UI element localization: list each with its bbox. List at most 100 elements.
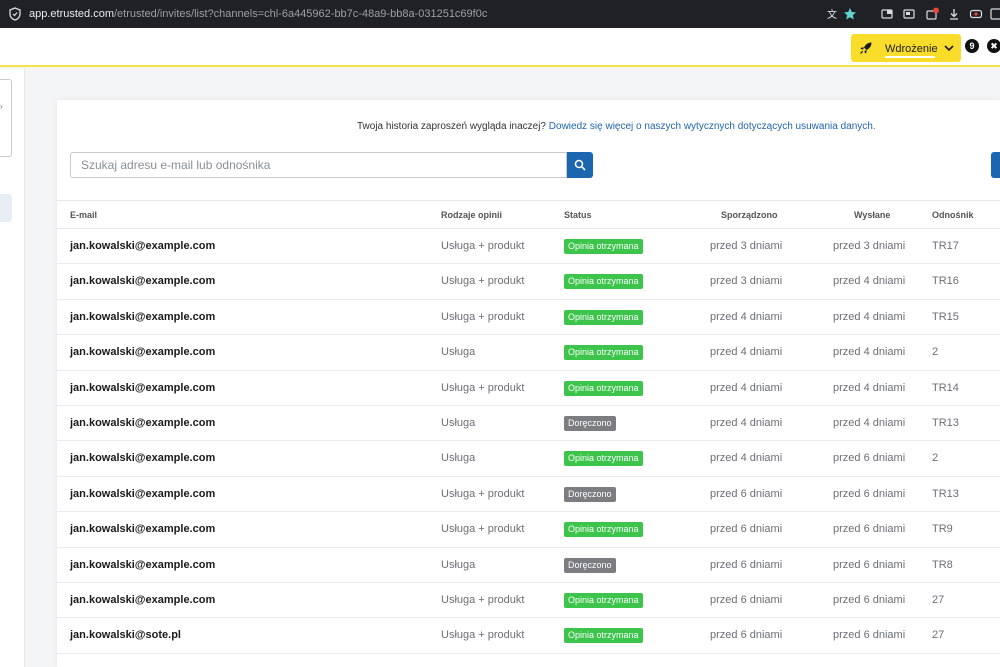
table-row[interactable]: jan.kowalski@example.com Usługa + produkt…	[57, 229, 1000, 265]
translate-icon[interactable]: 文	[826, 7, 840, 21]
deploy-button[interactable]: Wdrożenie	[851, 34, 961, 62]
search-input[interactable]	[70, 152, 567, 178]
row-reference: TR15	[932, 310, 959, 323]
row-review-types: Usługa + produkt	[441, 240, 525, 252]
row-email: jan.kowalski@example.com	[70, 416, 216, 429]
row-review-types: Usługa	[441, 452, 476, 465]
row-review-types: Usługa + produkt	[441, 629, 525, 642]
sidebar-item-active[interactable]	[0, 194, 12, 222]
row-status: Opinia otrzymana	[564, 451, 643, 467]
row-status: Opinia otrzymana	[564, 274, 643, 290]
row-sent: przed 4 dniami	[833, 381, 906, 394]
deploy-progress	[885, 56, 935, 58]
row-review-types: Usługa + produkt	[441, 593, 525, 606]
status-badge: Opinia otrzymana	[564, 309, 643, 325]
notification-icon[interactable]	[925, 7, 939, 21]
row-sent: przed 6 dniami	[833, 558, 906, 571]
row-created: przed 6 dniami	[710, 629, 783, 642]
status-badge: Opinia otrzymana	[564, 451, 643, 467]
chevron-right-icon[interactable]: ›	[0, 102, 3, 111]
header-status[interactable]: Status	[564, 210, 592, 220]
table-row[interactable]: jan.kowalski@example.com Usługa Doręczono p…	[57, 548, 1000, 583]
history-notice: Twoja historia zaproszeń wygląda inaczej…	[357, 121, 876, 132]
row-created: przed 4 dniami	[710, 346, 783, 359]
row-created: przed 6 dniami	[710, 523, 783, 536]
row-status: Doręczono	[564, 486, 616, 502]
table-row[interactable]: jan.kowalski@example.com Usługa Doręczono p…	[57, 406, 1000, 442]
row-reference: TR16	[932, 275, 959, 288]
row-reference: TR13	[932, 487, 959, 500]
row-reference: TR8	[932, 558, 953, 571]
row-review-types: Usługa + produkt	[441, 523, 525, 536]
action-button[interactable]	[991, 152, 1000, 178]
header-types[interactable]: Rodzaje opinii	[441, 210, 502, 220]
download-icon[interactable]	[947, 7, 961, 21]
row-sent: przed 3 dniami	[833, 240, 906, 252]
panel-icon[interactable]	[990, 7, 1000, 21]
table-row[interactable]: jan.kowalski@example.com Usługa + produkt…	[57, 583, 1000, 619]
header-link[interactable]: Odnośnik	[932, 210, 974, 220]
row-email: jan.kowalski@example.com	[70, 381, 216, 394]
row-email: jan.kowalski@example.com	[70, 523, 216, 536]
chevron-down-icon[interactable]	[943, 42, 955, 54]
row-sent: przed 6 dniami	[833, 523, 906, 536]
star-icon[interactable]	[843, 7, 857, 21]
row-email: jan.kowalski@example.com	[70, 275, 216, 288]
header-made[interactable]: Sporządzono	[721, 210, 778, 220]
table-row[interactable]: jan.kowalski@sote.pl Usługa + produkt Opin…	[57, 618, 1000, 654]
url-domain: app.etrusted.com	[29, 8, 114, 20]
row-email: jan.kowalski@sote.pl	[70, 629, 181, 642]
status-badge: Opinia otrzymana	[564, 239, 643, 254]
table-row[interactable]: jan.kowalski@example.com Usługa + produkt…	[57, 371, 1000, 406]
table-row[interactable]: jan.kowalski@example.com Usługa + produkt…	[57, 300, 1000, 336]
row-review-types: Usługa	[441, 558, 476, 571]
invites-table: E-mail Rodzaje opinii Status Sporządzono…	[57, 200, 1000, 654]
row-status: Opinia otrzymana	[564, 522, 643, 538]
status-badge: Doręczono	[564, 486, 616, 502]
row-created: przed 4 dniami	[710, 416, 783, 429]
row-review-types: Usługa + produkt	[441, 487, 525, 500]
row-email: jan.kowalski@example.com	[70, 240, 216, 252]
row-status: Opinia otrzymana	[564, 239, 643, 254]
table-row[interactable]: jan.kowalski@example.com Usługa Opinia otr…	[57, 441, 1000, 477]
row-email: jan.kowalski@example.com	[70, 487, 216, 500]
row-sent: przed 4 dniami	[833, 346, 906, 359]
row-email: jan.kowalski@example.com	[70, 310, 216, 323]
row-created: przed 4 dniami	[710, 452, 783, 465]
table-row[interactable]: jan.kowalski@example.com Usługa + produkt…	[57, 264, 1000, 300]
row-email: jan.kowalski@example.com	[70, 593, 216, 606]
row-reference: TR9	[932, 523, 953, 536]
header-sent[interactable]: Wysłane	[854, 210, 890, 220]
table-header: E-mail Rodzaje opinii Status Sporządzono…	[57, 200, 1000, 229]
media-icon[interactable]	[969, 7, 983, 21]
notice-link[interactable]: Dowiedz się więcej o naszych wytycznych …	[549, 121, 876, 132]
row-reference: 27	[932, 593, 945, 606]
help-icon[interactable]: 9	[965, 39, 979, 53]
search-button[interactable]	[567, 152, 593, 178]
sidebar-panel[interactable]: ›	[0, 79, 12, 157]
row-status: Doręczono	[564, 557, 616, 573]
row-sent: przed 4 dniami	[833, 275, 906, 288]
table-row[interactable]: jan.kowalski@example.com Usługa + produkt…	[57, 477, 1000, 513]
search-icon	[574, 159, 586, 171]
status-badge: Doręczono	[564, 415, 616, 431]
table-row[interactable]: jan.kowalski@example.com Usługa Opinia otr…	[57, 335, 1000, 371]
rocket-icon	[860, 42, 872, 54]
close-icon[interactable]: ✖	[987, 39, 1000, 53]
row-sent: przed 6 dniami	[833, 452, 906, 465]
status-badge: Opinia otrzymana	[564, 522, 643, 538]
row-sent: przed 6 dniami	[833, 487, 906, 500]
row-reference: 2	[932, 346, 939, 359]
row-created: przed 6 dniami	[710, 593, 783, 606]
row-created: przed 4 dniami	[710, 310, 783, 323]
url-field[interactable]: app.etrusted.com/etrusted/invites/list?c…	[29, 8, 487, 20]
status-badge: Doręczono	[564, 557, 616, 573]
table-row[interactable]: jan.kowalski@example.com Usługa + produkt…	[57, 512, 1000, 548]
shield-icon	[9, 7, 21, 21]
row-email: jan.kowalski@example.com	[70, 346, 216, 359]
row-created: przed 3 dniami	[710, 275, 783, 288]
screenshot-icon[interactable]	[902, 7, 916, 21]
svg-text:文: 文	[827, 8, 837, 21]
header-email[interactable]: E-mail	[70, 210, 97, 220]
extension-icon[interactable]	[880, 7, 894, 21]
